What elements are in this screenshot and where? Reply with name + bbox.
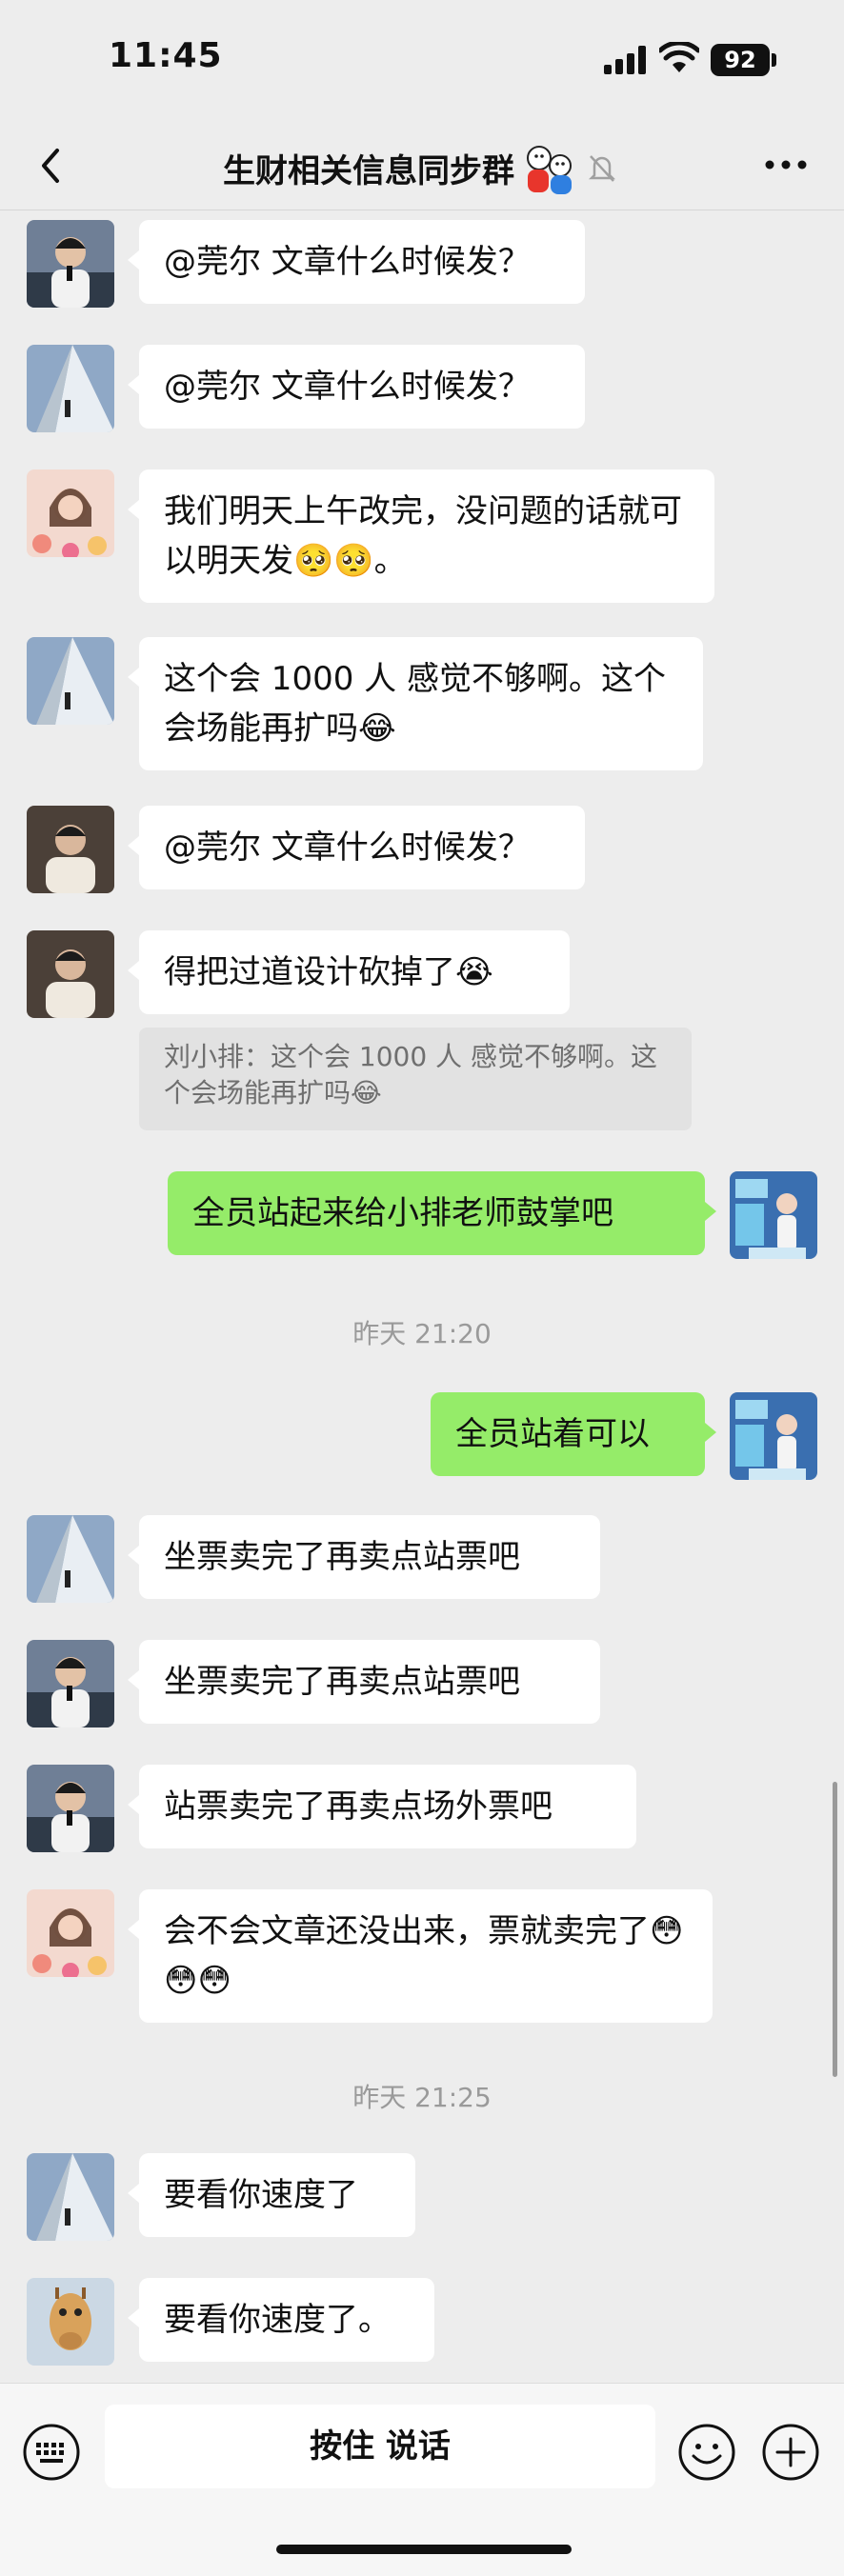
message-bubble[interactable]: 这个会 1000 人 感觉不够啊。这个会场能再扩吗😂 bbox=[128, 637, 703, 770]
avatar-man-dark[interactable] bbox=[27, 806, 114, 893]
message-text: @莞尔 文章什么时候发？ bbox=[164, 243, 531, 281]
plus-icon[interactable] bbox=[760, 2422, 821, 2483]
status-time: 11:45 bbox=[109, 36, 223, 75]
chat-title[interactable]: 生财相关信息同步群 bbox=[223, 145, 514, 191]
message-bubble[interactable]: @莞尔 文章什么时候发？ bbox=[128, 345, 585, 429]
home-indicator bbox=[276, 2545, 572, 2554]
message-bubble[interactable]: 坐票卖完了再卖点站票吧 bbox=[128, 1640, 600, 1724]
more-icon[interactable] bbox=[762, 150, 810, 179]
timestamp: 昨天 21:20 bbox=[352, 1318, 492, 1349]
status-bar: 11:45 92 bbox=[0, 0, 844, 124]
message-bubble[interactable]: 会不会文章还没出来，票就卖完了😳😳😳 bbox=[128, 1889, 713, 2023]
chat-message-list[interactable]: @莞尔 文章什么时候发？ @莞尔 文章什么时候发？ 我们明天上午改完，没问题的话… bbox=[0, 210, 844, 2382]
emoji-icon[interactable] bbox=[676, 2422, 737, 2483]
chat-header: 生财相关信息同步群 bbox=[0, 124, 844, 210]
message-bubble[interactable]: 要看你速度了。 bbox=[128, 2278, 434, 2362]
wifi-icon bbox=[659, 42, 699, 72]
voice-keyboard-toggle-icon[interactable] bbox=[21, 2422, 82, 2483]
message-bubble[interactable]: 得把过道设计砍掉了😭 bbox=[128, 930, 570, 1014]
message-text: 要看你速度了 bbox=[164, 2176, 358, 2214]
message-text: 坐票卖完了再卖点站票吧 bbox=[164, 1538, 520, 1576]
message-bubble[interactable]: 要看你速度了 bbox=[128, 2153, 415, 2237]
message-text: 我们明天上午改完，没问题的话就可以明天发🥺🥺。 bbox=[164, 492, 682, 580]
message-bubble[interactable]: 我们明天上午改完，没问题的话就可以明天发🥺🥺。 bbox=[128, 469, 714, 603]
message-text: @莞尔 文章什么时候发？ bbox=[164, 829, 531, 867]
scrollbar[interactable] bbox=[833, 1782, 837, 2077]
avatar-self[interactable] bbox=[730, 1392, 817, 1480]
avatar-stair-walker[interactable] bbox=[27, 1515, 114, 1603]
message-bubble-self[interactable]: 全员站着可以 bbox=[431, 1392, 716, 1476]
quoted-reply[interactable]: 刘小排：这个会 1000 人 感觉不够啊。这个会场能再扩吗😂 bbox=[139, 1028, 692, 1130]
message-bubble[interactable]: 站票卖完了再卖点场外票吧 bbox=[128, 1765, 636, 1848]
avatar-man-mic[interactable] bbox=[27, 1765, 114, 1852]
avatar-stair-walker[interactable] bbox=[27, 345, 114, 432]
avatar-stair-walker[interactable] bbox=[27, 637, 114, 725]
message-text: 站票卖完了再卖点场外票吧 bbox=[164, 1787, 553, 1826]
people-emoji-icon bbox=[527, 146, 572, 194]
avatar-man-mic[interactable] bbox=[27, 220, 114, 308]
avatar-stair-walker[interactable] bbox=[27, 2153, 114, 2241]
battery-tip bbox=[772, 53, 776, 67]
timestamp: 昨天 21:25 bbox=[352, 2082, 492, 2113]
message-bubble-self[interactable]: 全员站起来给小排老师鼓掌吧 bbox=[168, 1171, 716, 1255]
message-bubble[interactable]: @莞尔 文章什么时候发？ bbox=[128, 806, 585, 889]
avatar-woman-flowers[interactable] bbox=[27, 1889, 114, 1977]
message-text: 这个会 1000 人 感觉不够啊。这个会场能再扩吗😂 bbox=[164, 660, 666, 748]
message-text: 会不会文章还没出来，票就卖完了😳😳😳 bbox=[164, 1912, 684, 2000]
message-text: 全员站起来给小排老师鼓掌吧 bbox=[192, 1194, 613, 1232]
message-bubble[interactable]: @莞尔 文章什么时候发？ bbox=[128, 220, 585, 304]
avatar-man-mic[interactable] bbox=[27, 1640, 114, 1727]
message-text: 要看你速度了。 bbox=[164, 2301, 391, 2339]
avatar-woman-flowers[interactable] bbox=[27, 469, 114, 557]
avatar-man-dark[interactable] bbox=[27, 930, 114, 1018]
battery-level: 92 bbox=[711, 44, 770, 76]
chat-title-row: 生财相关信息同步群 bbox=[0, 141, 844, 194]
message-text: 全员站着可以 bbox=[455, 1415, 650, 1453]
message-bubble[interactable]: 坐票卖完了再卖点站票吧 bbox=[128, 1515, 600, 1599]
message-text: 得把过道设计砍掉了😭 bbox=[164, 953, 493, 991]
bell-slash-icon bbox=[588, 155, 616, 182]
hold-to-talk-button[interactable]: 按住 说话 bbox=[105, 2405, 655, 2488]
avatar-self[interactable] bbox=[730, 1171, 817, 1259]
avatar-giraffe[interactable] bbox=[27, 2278, 114, 2366]
message-text: @莞尔 文章什么时候发？ bbox=[164, 368, 531, 406]
message-text: 坐票卖完了再卖点站票吧 bbox=[164, 1663, 520, 1701]
signal-icon bbox=[604, 46, 646, 74]
